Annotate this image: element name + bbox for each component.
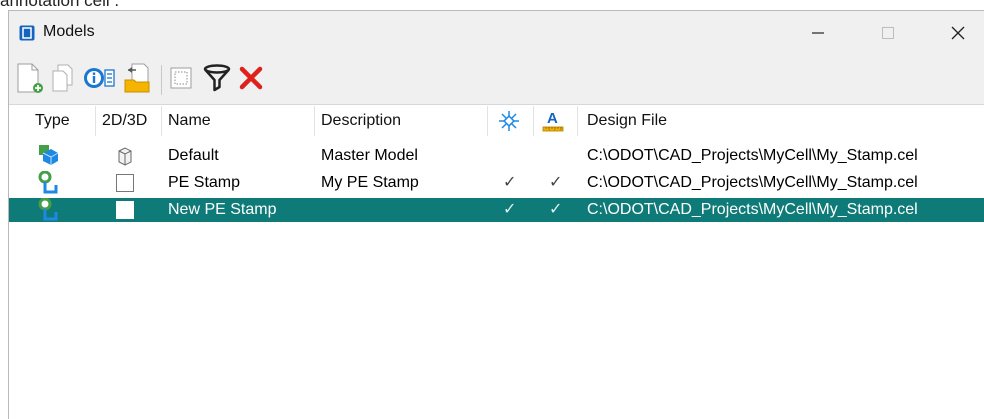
annotation-check: ✓ xyxy=(549,201,563,218)
model-design-file: C:\ODOT\CAD_Projects\MyCell\My_Stamp.cel xyxy=(587,201,918,218)
model-description: My PE Stamp xyxy=(321,174,419,191)
delete-icon xyxy=(238,65,264,96)
model-name: New PE Stamp xyxy=(168,201,277,218)
2d-square-icon xyxy=(115,200,135,225)
delete-button[interactable] xyxy=(235,63,267,97)
snap-icon[interactable] xyxy=(498,110,520,137)
copy-model-icon xyxy=(50,63,76,98)
column-design-file[interactable]: Design File xyxy=(587,112,667,130)
close-button[interactable] xyxy=(935,11,981,55)
title-bar[interactable]: Models xyxy=(9,11,984,55)
annotation-scale-icon[interactable]: A xyxy=(541,109,565,138)
cell-model-icon xyxy=(37,197,59,227)
table-row[interactable]: Default Master Model C:\ODOT\CAD_Projects\… xyxy=(9,144,984,168)
2d-square-icon xyxy=(115,173,135,198)
new-model-button[interactable] xyxy=(13,63,45,97)
model-design-file: C:\ODOT\CAD_Projects\MyCell\My_Stamp.cel xyxy=(587,147,918,164)
model-name: Default xyxy=(168,147,219,164)
column-description[interactable]: Description xyxy=(321,112,401,130)
column-name[interactable]: Name xyxy=(168,112,211,130)
filter-icon xyxy=(202,63,232,98)
new-model-icon xyxy=(14,62,44,99)
properties-button[interactable] xyxy=(83,63,115,97)
table-row[interactable]: New PE Stamp ✓ ✓ C:\ODOT\CAD_Projects\MyCel… xyxy=(9,197,984,225)
select-button[interactable] xyxy=(165,63,197,97)
models-dialog: Models Type 2D/3D Name Description A Des… xyxy=(8,10,984,419)
column-divider[interactable] xyxy=(314,106,315,136)
column-divider[interactable] xyxy=(95,106,96,136)
model-name: PE Stamp xyxy=(168,174,241,191)
import-icon xyxy=(122,62,152,99)
3d-cube-icon xyxy=(115,146,135,171)
table-row[interactable]: PE Stamp My PE Stamp ✓ ✓ C:\ODOT\CAD_Project… xyxy=(9,170,984,198)
column-divider[interactable] xyxy=(161,106,162,136)
column-2d3d[interactable]: 2D/3D xyxy=(102,112,147,130)
toolbar xyxy=(9,55,984,105)
minimize-button[interactable] xyxy=(795,11,841,55)
window-title: Models xyxy=(43,23,95,40)
column-type[interactable]: Type xyxy=(35,112,70,130)
svg-text:A: A xyxy=(547,110,558,127)
column-divider[interactable] xyxy=(533,106,534,136)
filter-button[interactable] xyxy=(201,63,233,97)
column-divider[interactable] xyxy=(487,106,488,136)
annotation-check: ✓ xyxy=(549,174,563,191)
models-app-icon xyxy=(19,25,35,41)
import-button[interactable] xyxy=(121,63,153,97)
model-design-file: C:\ODOT\CAD_Projects\MyCell\My_Stamp.cel xyxy=(587,174,918,191)
table-header: Type 2D/3D Name Description A Design Fil… xyxy=(9,106,984,136)
properties-icon xyxy=(82,65,116,96)
snap-check: ✓ xyxy=(503,201,517,218)
column-divider[interactable] xyxy=(577,106,578,136)
cell-model-icon xyxy=(37,170,59,200)
master-model-icon xyxy=(37,144,59,171)
select-icon xyxy=(168,65,194,96)
snap-check: ✓ xyxy=(503,174,517,191)
toolbar-separator xyxy=(161,65,162,95)
model-description: Master Model xyxy=(321,147,418,164)
copy-model-button[interactable] xyxy=(47,63,79,97)
maximize-button[interactable] xyxy=(865,11,911,55)
